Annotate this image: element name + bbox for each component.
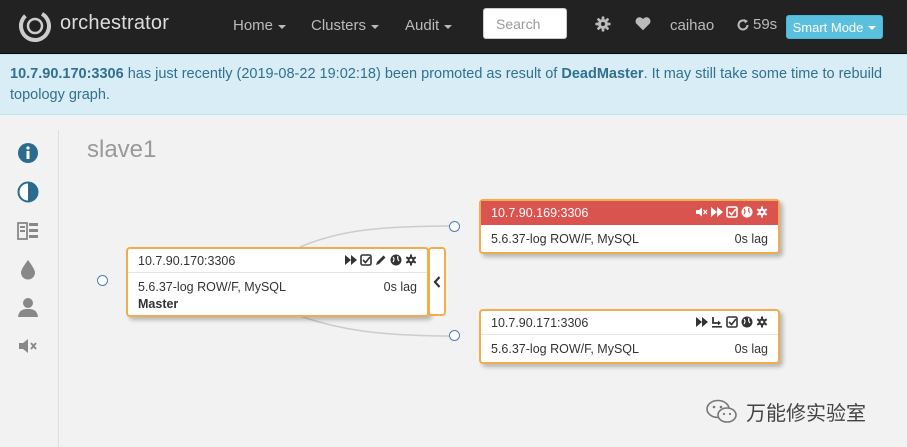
- instance-body: 5.6.37-log ROW/F, MySQL 0s lag: [481, 225, 778, 246]
- globe-icon[interactable]: [741, 316, 753, 328]
- instance-host: 10.7.90.169:3306: [491, 206, 589, 220]
- wechat-watermark: 万能修实验室: [706, 397, 866, 426]
- instance-version: 5.6.37-log ROW/F, MySQL: [138, 280, 286, 294]
- pencil-icon[interactable]: [375, 254, 387, 266]
- check-square-icon[interactable]: [726, 206, 738, 218]
- instance-header: 10.7.90.169:3306: [481, 201, 778, 225]
- instance-actions: [696, 206, 768, 218]
- instance-version: 5.6.37-log ROW/F, MySQL: [491, 232, 639, 246]
- instance-actions: [345, 254, 417, 266]
- download-icon[interactable]: [711, 316, 723, 328]
- watermark-text: 万能修实验室: [746, 403, 866, 425]
- volume-off-icon[interactable]: [696, 206, 708, 218]
- fast-forward-icon[interactable]: [345, 254, 357, 266]
- instance-drag-handle[interactable]: [449, 330, 460, 341]
- instance-role: Master: [138, 297, 179, 311]
- instance-lag: 0s lag: [383, 280, 417, 294]
- gear-icon[interactable]: [405, 254, 417, 266]
- wechat-logo-icon: [706, 399, 737, 423]
- instance-host: 10.7.90.170:3306: [138, 254, 236, 268]
- gear-icon[interactable]: [756, 206, 768, 218]
- instance-header: 10.7.90.170:3306: [128, 249, 427, 273]
- instance-actions: [696, 316, 768, 328]
- instance-body: 5.6.37-log ROW/F, MySQL 0s lag Master: [128, 273, 427, 311]
- fast-forward-icon[interactable]: [696, 316, 708, 328]
- check-square-icon[interactable]: [726, 316, 738, 328]
- instance-host: 10.7.90.171:3306: [491, 316, 589, 330]
- instance-lag: 0s lag: [734, 342, 768, 356]
- globe-icon[interactable]: [741, 206, 753, 218]
- chevron-left-icon: [433, 275, 441, 288]
- instance-drag-handle[interactable]: [97, 275, 108, 286]
- instance-replica-171[interactable]: 10.7.90.171:3306 5.6.37-log ROW/F, MySQL…: [479, 309, 780, 364]
- instance-version: 5.6.37-log ROW/F, MySQL: [491, 342, 639, 356]
- instance-master[interactable]: 10.7.90.170:3306 5.6.37-log ROW/F, MySQL…: [126, 247, 429, 317]
- check-square-icon[interactable]: [360, 254, 372, 266]
- fast-forward-icon[interactable]: [711, 206, 723, 218]
- globe-icon[interactable]: [390, 254, 402, 266]
- instance-body: 5.6.37-log ROW/F, MySQL 0s lag: [481, 335, 778, 356]
- gear-icon[interactable]: [756, 316, 768, 328]
- link-master-169: [299, 225, 456, 248]
- instance-header: 10.7.90.171:3306: [481, 311, 778, 335]
- instance-lag: 0s lag: [734, 232, 768, 246]
- link-master-171: [299, 315, 456, 337]
- instance-drag-handle[interactable]: [449, 221, 460, 232]
- instance-replica-169[interactable]: 10.7.90.169:3306 5.6.37-log ROW/F, MySQL…: [479, 199, 780, 254]
- collapse-replicas-button[interactable]: [428, 247, 446, 316]
